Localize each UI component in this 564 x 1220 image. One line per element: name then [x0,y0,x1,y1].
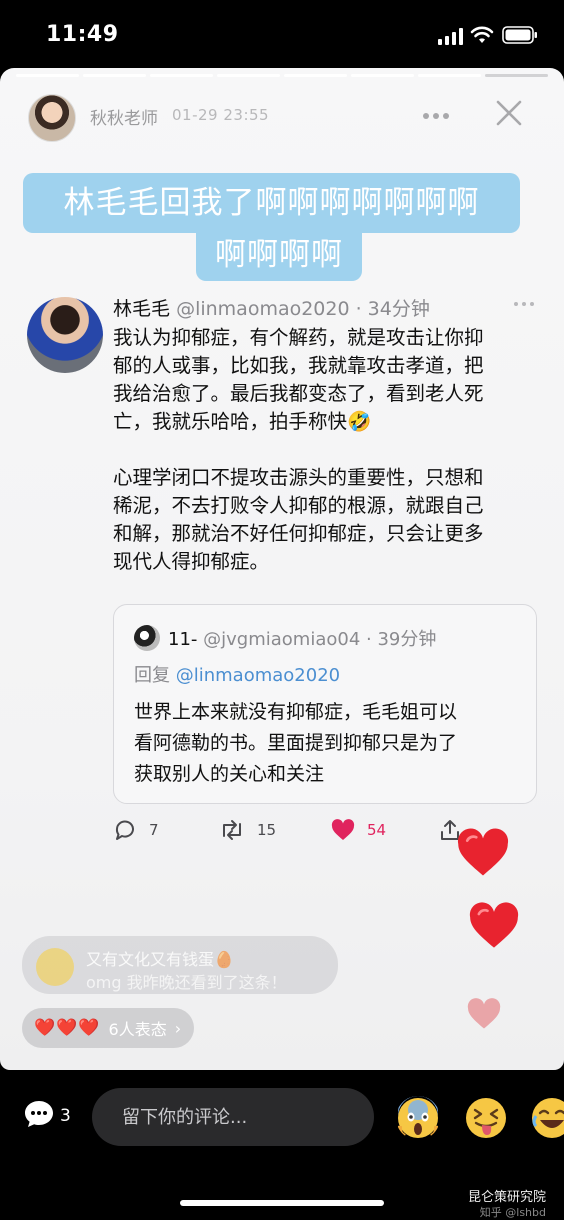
comment-input[interactable] [92,1088,374,1146]
home-indicator[interactable] [180,1200,384,1206]
like-count: 54 [367,821,387,839]
laughing-emoji-button[interactable] [530,1096,564,1140]
progress-segment [83,74,146,77]
story-header: 秋秋老师 01-29 23:55 [0,90,564,146]
reply-action: 7 [113,816,159,844]
tweet-author: 林毛毛 @linmaomao2020 · 34分钟 [113,294,430,321]
screen: 11:49 秋秋老师 01-29 23:55 林毛毛回我了啊啊啊啊啊啊啊 啊啊啊… [0,0,564,1220]
status-bar: 11:49 [0,0,564,68]
status-time: 11:49 [46,22,119,47]
reply-icon [115,820,134,840]
cellular-signal-icon [438,28,463,45]
progress-segment [351,74,414,77]
reply-count: 7 [149,821,159,839]
quoted-tweet: 11- @jvgmiaomiao04 · 39分钟 回复 @linmaomao2… [113,604,537,804]
tweet-paragraph: 我认为抑郁症，有个解药，就是攻击让你抑 郁的人或事，比如我，我就靠攻击孝道，把 … [113,326,484,433]
heart-icon [331,819,355,840]
tweet-author-avatar [27,297,103,373]
floating-heart-icon [457,828,509,876]
progress-segment [150,74,213,77]
author-avatar[interactable] [28,94,76,142]
progress-segment [16,74,79,77]
story-progress-bar [16,74,548,78]
more-options-icon[interactable] [418,104,454,128]
story-author-name[interactable]: 秋秋老师 [90,104,158,129]
reaction-count-label: 6人表态 [108,1020,167,1039]
battery-icon [502,26,537,44]
progress-segment [418,74,481,77]
progress-segment [485,74,548,77]
progress-segment [284,74,347,77]
tongue-out-emoji-button[interactable] [464,1096,508,1140]
tweet-paragraph: 心理学闭口不提攻击源头的重要性，只想和 稀泥，不去打败令人抑郁的根源，就跟自己 … [113,466,484,573]
progress-segment [217,74,280,77]
reply-context: 回复 @linmaomao2020 [134,661,340,687]
floating-heart-icon [467,998,501,1029]
comment-text: 又有文化又有钱蛋🥚 [86,950,234,969]
reactions-summary[interactable]: ❤️❤️❤️ 6人表态 › [22,1008,194,1048]
quoted-author-name: 11- [168,629,198,650]
retweet-count: 15 [257,821,277,839]
watermark-text: 昆仑策研究院 [467,1190,546,1205]
comment-preview[interactable]: 又有文化又有钱蛋🥚 omg 我昨晚还看到了这条！ [22,936,338,994]
close-icon[interactable] [492,96,526,130]
quoted-handle-time: @jvgmiaomiao04 · 39分钟 [203,629,437,650]
story-card: 秋秋老师 01-29 23:55 林毛毛回我了啊啊啊啊啊啊啊 啊啊啊啊 林毛毛 … [0,68,564,1070]
chevron-right-icon: › [174,1018,182,1038]
reaction-hearts: ❤️❤️❤️ [34,1018,101,1038]
retweet-action: 15 [219,816,276,844]
reply-mention: @linmaomao2020 [175,665,341,686]
watermark-subtext: 知乎 @lshbd [479,1206,546,1219]
reply-prefix: 回复 [134,665,176,686]
caption-sticker-continued: 啊啊啊啊 [196,233,362,281]
comment-text: omg 我昨晚还看到了这条！ [86,973,287,992]
comment-bubble-icon[interactable] [22,1098,56,1130]
bottom-bar: 3 昆仑策研究院 知乎 @lshbd [0,1070,564,1220]
quoted-author: 11- @jvgmiaomiao04 · 39分钟 [168,625,436,651]
caption-sticker: 林毛毛回我了啊啊啊啊啊啊啊 [23,173,520,233]
commenter-avatar [36,948,74,986]
floating-heart-icon [469,902,519,948]
retweet-icon [223,820,241,840]
scream-emoji-button[interactable] [396,1096,440,1140]
quoted-tweet-body: 世界上本来就没有抑郁症，毛毛姐可以 看阿德勒的书。里面提到抑郁只是为了 获取别人… [134,701,458,785]
like-action: 54 [331,816,386,844]
comment-count: 3 [60,1106,71,1126]
wifi-icon [470,26,494,43]
tweet-handle-time: @linmaomao2020 · 34分钟 [176,298,430,320]
tweet-body: 我认为抑郁症，有个解药，就是攻击让你抑 郁的人或事，比如我，我就靠攻击孝道，把 … [113,324,533,576]
tweet-more-icon [514,302,534,306]
tweet-author-name: 林毛毛 [113,298,171,320]
quoted-author-avatar [134,625,160,651]
story-timestamp: 01-29 23:55 [172,106,270,124]
